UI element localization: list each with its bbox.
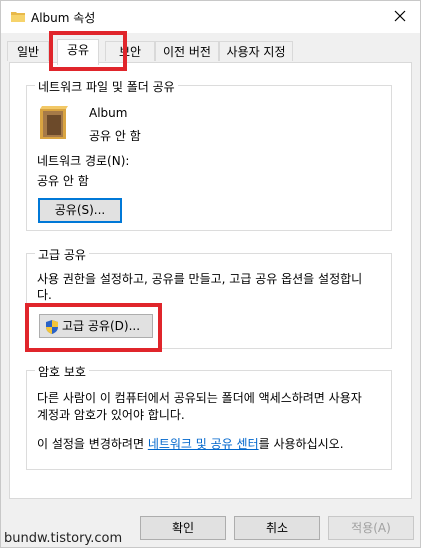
apply-button[interactable]: 적용(A) <box>328 516 414 540</box>
watermark-text: bundw.tistory.com <box>4 531 123 546</box>
network-path-value: 공유 안 함 <box>37 174 89 188</box>
password-protect-group: 암호 보호 다른 사람이 이 컴퓨터에서 공유되는 폴더에 액세스하려면 사용자… <box>26 363 392 470</box>
advanced-share-description-line2: 다. <box>37 288 52 302</box>
ok-button[interactable]: 확인 <box>140 516 226 540</box>
password-protect-description-line1: 다른 사람이 이 컴퓨터에서 공유되는 폴더에 액세스하려면 사용자 <box>37 391 362 405</box>
tab-general[interactable]: 일반 <box>7 41 49 61</box>
advanced-share-legend: 고급 공유 <box>35 246 89 263</box>
window-title: Album 속성 <box>31 11 96 25</box>
sharing-panel: 네트워크 파일 및 폴더 공유 Album 공유 안 함 네트워크 경로(N):… <box>9 62 412 499</box>
title-bar: Album 속성 <box>1 1 420 33</box>
password-protect-legend: 암호 보호 <box>35 363 89 380</box>
advanced-share-button[interactable]: 고급 공유(D)... <box>39 314 153 338</box>
network-path-label: 네트워크 경로(N): <box>37 154 130 168</box>
advanced-share-description-line1: 사용 권한을 설정하고, 공유를 만들고, 고급 공유 옵션을 설정합니 <box>37 272 363 286</box>
tab-previous-versions[interactable]: 이전 버전 <box>155 41 219 61</box>
folder-icon <box>11 10 25 22</box>
password-protect-description-line2: 계정과 암호가 있어야 합니다. <box>37 408 185 422</box>
tab-security[interactable]: 보안 <box>105 41 155 61</box>
close-icon <box>394 10 406 25</box>
network-sharing-center-link[interactable]: 네트워크 및 공유 센터 <box>148 437 259 451</box>
advanced-share-button-label: 고급 공유(D)... <box>62 319 141 333</box>
folder-name: Album <box>89 106 128 120</box>
uac-shield-icon <box>46 319 58 341</box>
network-share-group: 네트워크 파일 및 폴더 공유 Album 공유 안 함 네트워크 경로(N):… <box>26 78 392 231</box>
shared-folder-icon <box>39 106 69 143</box>
share-button[interactable]: 공유(S)... <box>38 198 122 223</box>
tab-bar: 일반 공유 보안 이전 버전 사용자 지정 <box>1 39 420 65</box>
advanced-share-group: 고급 공유 사용 권한을 설정하고, 공유를 만들고, 고급 공유 옵션을 설정… <box>26 246 392 349</box>
change-setting-sentence: 이 설정을 변경하려면 네트워크 및 공유 센터를 사용하십시오. <box>37 435 344 452</box>
change-setting-prefix: 이 설정을 변경하려면 <box>37 437 148 451</box>
properties-dialog: Album 속성 일반 공유 보안 이전 버전 사용자 지정 네트워크 파일 및… <box>0 0 421 548</box>
folder-share-status: 공유 안 함 <box>89 129 141 143</box>
change-setting-suffix: 를 사용하십시오. <box>258 437 344 451</box>
tab-customize[interactable]: 사용자 지정 <box>219 41 293 61</box>
tab-sharing[interactable]: 공유 <box>57 39 99 65</box>
close-button[interactable] <box>380 1 420 33</box>
network-share-legend: 네트워크 파일 및 폴더 공유 <box>35 78 178 95</box>
cancel-button[interactable]: 취소 <box>234 516 320 540</box>
